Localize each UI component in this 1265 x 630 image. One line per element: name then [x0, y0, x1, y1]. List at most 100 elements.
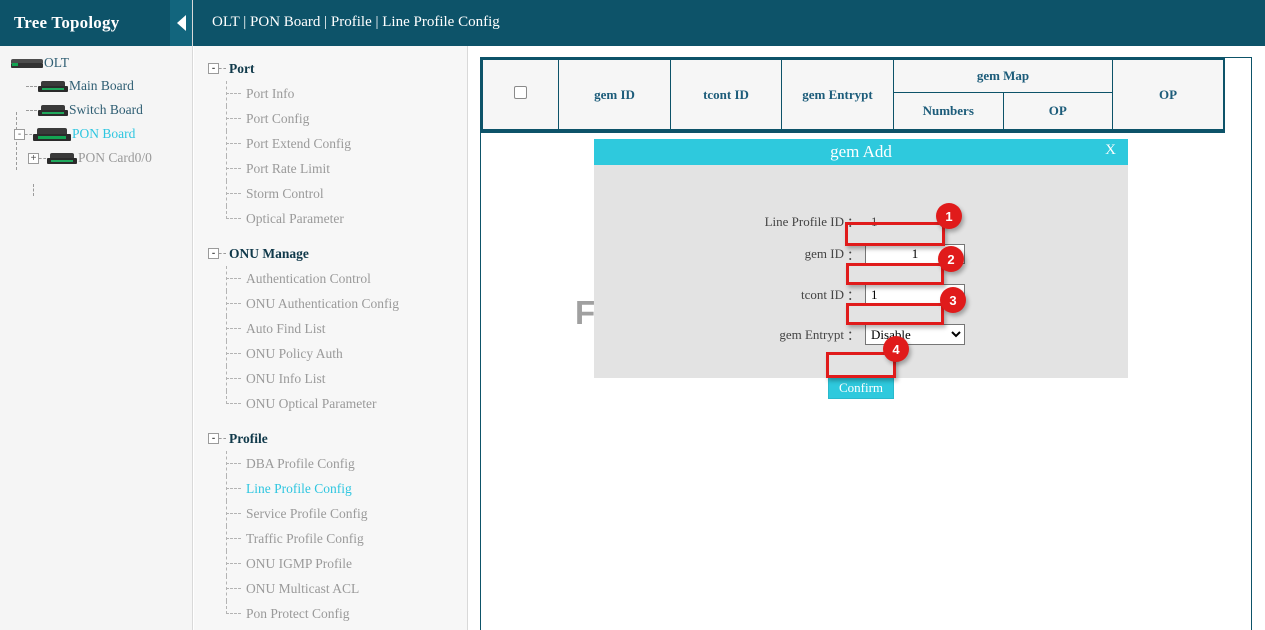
- tree-connector: [39, 158, 46, 159]
- annotation-badge-4: 4: [883, 336, 909, 362]
- confirm-button[interactable]: Confirm: [828, 377, 894, 399]
- menu-items-port: Port Info Port Config Port Extend Config…: [194, 81, 467, 231]
- menu-item-label: ONU Authentication Config: [246, 296, 399, 312]
- annotation-badge-3: 3: [940, 287, 966, 313]
- tcont-id-label: tcont ID: [760, 287, 844, 303]
- menu-item-onu-authentication-config[interactable]: ONU Authentication Config: [226, 291, 467, 316]
- tree-connector: [33, 184, 34, 196]
- menu-item-onu-optical-parameter[interactable]: ONU Optical Parameter: [226, 391, 467, 416]
- menu-item-port-rate-limit[interactable]: Port Rate Limit: [226, 156, 467, 181]
- menu-item-line-profile-config[interactable]: Line Profile Config: [226, 476, 467, 501]
- line-profile-id-value: 1: [871, 214, 878, 230]
- tcont-id-row: tcont ID ： 1: [760, 284, 965, 305]
- menu-item-storm-control[interactable]: Storm Control: [226, 181, 467, 206]
- menu-connector: [219, 438, 226, 439]
- menu-item-dba-profile-config[interactable]: DBA Profile Config: [226, 451, 467, 476]
- menu-item-label: Line Profile Config: [246, 481, 352, 497]
- menu-group-label: Profile: [229, 431, 268, 447]
- chevron-left-glyph: [177, 15, 186, 31]
- menu-item-label: Traffic Profile Config: [246, 531, 364, 547]
- menu-group-header-port[interactable]: - Port: [194, 56, 467, 81]
- menu-group-label: Port: [229, 61, 254, 77]
- menu-collapse-toggle-icon[interactable]: -: [208, 248, 219, 259]
- menu-group-onu-manage: - ONU Manage Authentication Control ONU …: [194, 241, 467, 416]
- dialog-title-bar: gem Add X: [594, 139, 1128, 165]
- line-profile-id-label: Line Profile ID: [748, 214, 844, 230]
- menu-item-onu-policy-auth[interactable]: ONU Policy Auth: [226, 341, 467, 366]
- dialog-title: gem Add: [830, 142, 892, 162]
- board-device-icon: [47, 153, 77, 164]
- tree-node-olt[interactable]: OLT: [0, 52, 192, 74]
- menu-group-header-profile[interactable]: - Profile: [194, 426, 467, 451]
- table-header-gem-map-op: OP: [1003, 93, 1113, 130]
- table-header-gem-entrypt: gem Entrypt: [782, 60, 894, 130]
- menu-item-onu-igmp-profile[interactable]: ONU IGMP Profile: [226, 551, 467, 576]
- tree-topology-panel: Tree Topology OLT Main Board: [0, 0, 193, 630]
- label-colon: ：: [847, 212, 860, 231]
- menu-item-label: Auto Find List: [246, 321, 326, 337]
- tree-node-label: Main Board: [69, 78, 134, 94]
- menu-item-onu-multicast-acl[interactable]: ONU Multicast ACL: [226, 576, 467, 601]
- tree-node-label: PON Card0/0: [78, 150, 152, 166]
- tree-node-label: OLT: [44, 55, 69, 71]
- menu-item-label: Port Info: [246, 86, 294, 102]
- menu-item-onu-info-list[interactable]: ONU Info List: [226, 366, 467, 391]
- menu-item-label: ONU Multicast ACL: [246, 581, 359, 597]
- menu-item-label: Pon Protect Config: [246, 606, 350, 622]
- tree-node-main-board[interactable]: Main Board: [0, 74, 192, 98]
- menu-item-service-profile-config[interactable]: Service Profile Config: [226, 501, 467, 526]
- tree-connector: [25, 134, 32, 135]
- label-colon: ：: [847, 285, 860, 304]
- menu-item-label: ONU IGMP Profile: [246, 556, 352, 572]
- breadcrumb-bar: OLT | PON Board | Profile | Line Profile…: [193, 0, 1265, 46]
- menu-item-label: Storm Control: [246, 186, 324, 202]
- olt-device-icon: [11, 59, 43, 68]
- menu-item-authentication-control[interactable]: Authentication Control: [226, 266, 467, 291]
- tree-node-pon-card[interactable]: + PON Card0/0: [0, 146, 192, 170]
- menu-collapse-toggle-icon[interactable]: -: [208, 63, 219, 74]
- tree-topology-body: OLT Main Board Switch Board: [0, 46, 192, 170]
- menu-connector: [219, 68, 226, 69]
- menu-item-label: Optical Parameter: [246, 211, 344, 227]
- tree-topology-header: Tree Topology: [0, 0, 192, 46]
- menu-item-label: Authentication Control: [246, 271, 371, 287]
- menu-item-label: Service Profile Config: [246, 506, 367, 522]
- menu-item-pon-protect-config[interactable]: Pon Protect Config: [226, 601, 467, 626]
- menu-item-traffic-profile-config[interactable]: Traffic Profile Config: [226, 526, 467, 551]
- chevron-left-icon[interactable]: [170, 0, 192, 46]
- table-header-gem-map-numbers: Numbers: [894, 93, 1004, 130]
- table-header-select-all: [483, 60, 559, 130]
- menu-group-profile: - Profile DBA Profile Config Line Profil…: [194, 426, 467, 626]
- menu-group-label: ONU Manage: [229, 246, 309, 262]
- close-icon[interactable]: X: [1105, 142, 1116, 159]
- menu-collapse-toggle-icon[interactable]: -: [208, 433, 219, 444]
- tree-node-label: PON Board: [72, 126, 135, 142]
- table-header-tcont-id: tcont ID: [671, 60, 782, 130]
- navigation-menu-panel: - Port Port Info Port Config Port Extend…: [194, 46, 468, 630]
- menu-group-header-onu-manage[interactable]: - ONU Manage: [194, 241, 467, 266]
- board-device-icon: [38, 81, 68, 92]
- select-all-checkbox[interactable]: [514, 86, 527, 99]
- menu-item-label: DBA Profile Config: [246, 456, 355, 472]
- menu-item-optical-parameter[interactable]: Optical Parameter: [226, 206, 467, 231]
- tree-collapse-toggle-icon[interactable]: -: [14, 129, 25, 140]
- gem-entrypt-select[interactable]: DisableEnable: [865, 324, 965, 345]
- menu-item-label: ONU Info List: [246, 371, 326, 387]
- label-colon: ：: [847, 245, 860, 264]
- menu-item-port-extend-config[interactable]: Port Extend Config: [226, 131, 467, 156]
- board-device-icon: [38, 105, 68, 116]
- menu-item-auto-find-list[interactable]: Auto Find List: [226, 316, 467, 341]
- tree-node-pon-board[interactable]: - PON Board: [0, 122, 192, 146]
- board-device-icon: [33, 128, 71, 141]
- table-header-gem-id: gem ID: [559, 60, 671, 130]
- menu-item-label: ONU Policy Auth: [246, 346, 343, 362]
- menu-item-label: Port Rate Limit: [246, 161, 330, 177]
- menu-item-port-info[interactable]: Port Info: [226, 81, 467, 106]
- menu-item-port-config[interactable]: Port Config: [226, 106, 467, 131]
- gem-entrypt-label: gem Entrypt: [760, 327, 844, 343]
- tree-node-switch-board[interactable]: Switch Board: [0, 98, 192, 122]
- menu-item-label: Port Extend Config: [246, 136, 351, 152]
- tree-expand-toggle-icon[interactable]: +: [28, 153, 39, 164]
- application-window: Tree Topology OLT Main Board: [0, 0, 1265, 630]
- gem-entrypt-row: gem Entrypt ： DisableEnable: [760, 324, 965, 345]
